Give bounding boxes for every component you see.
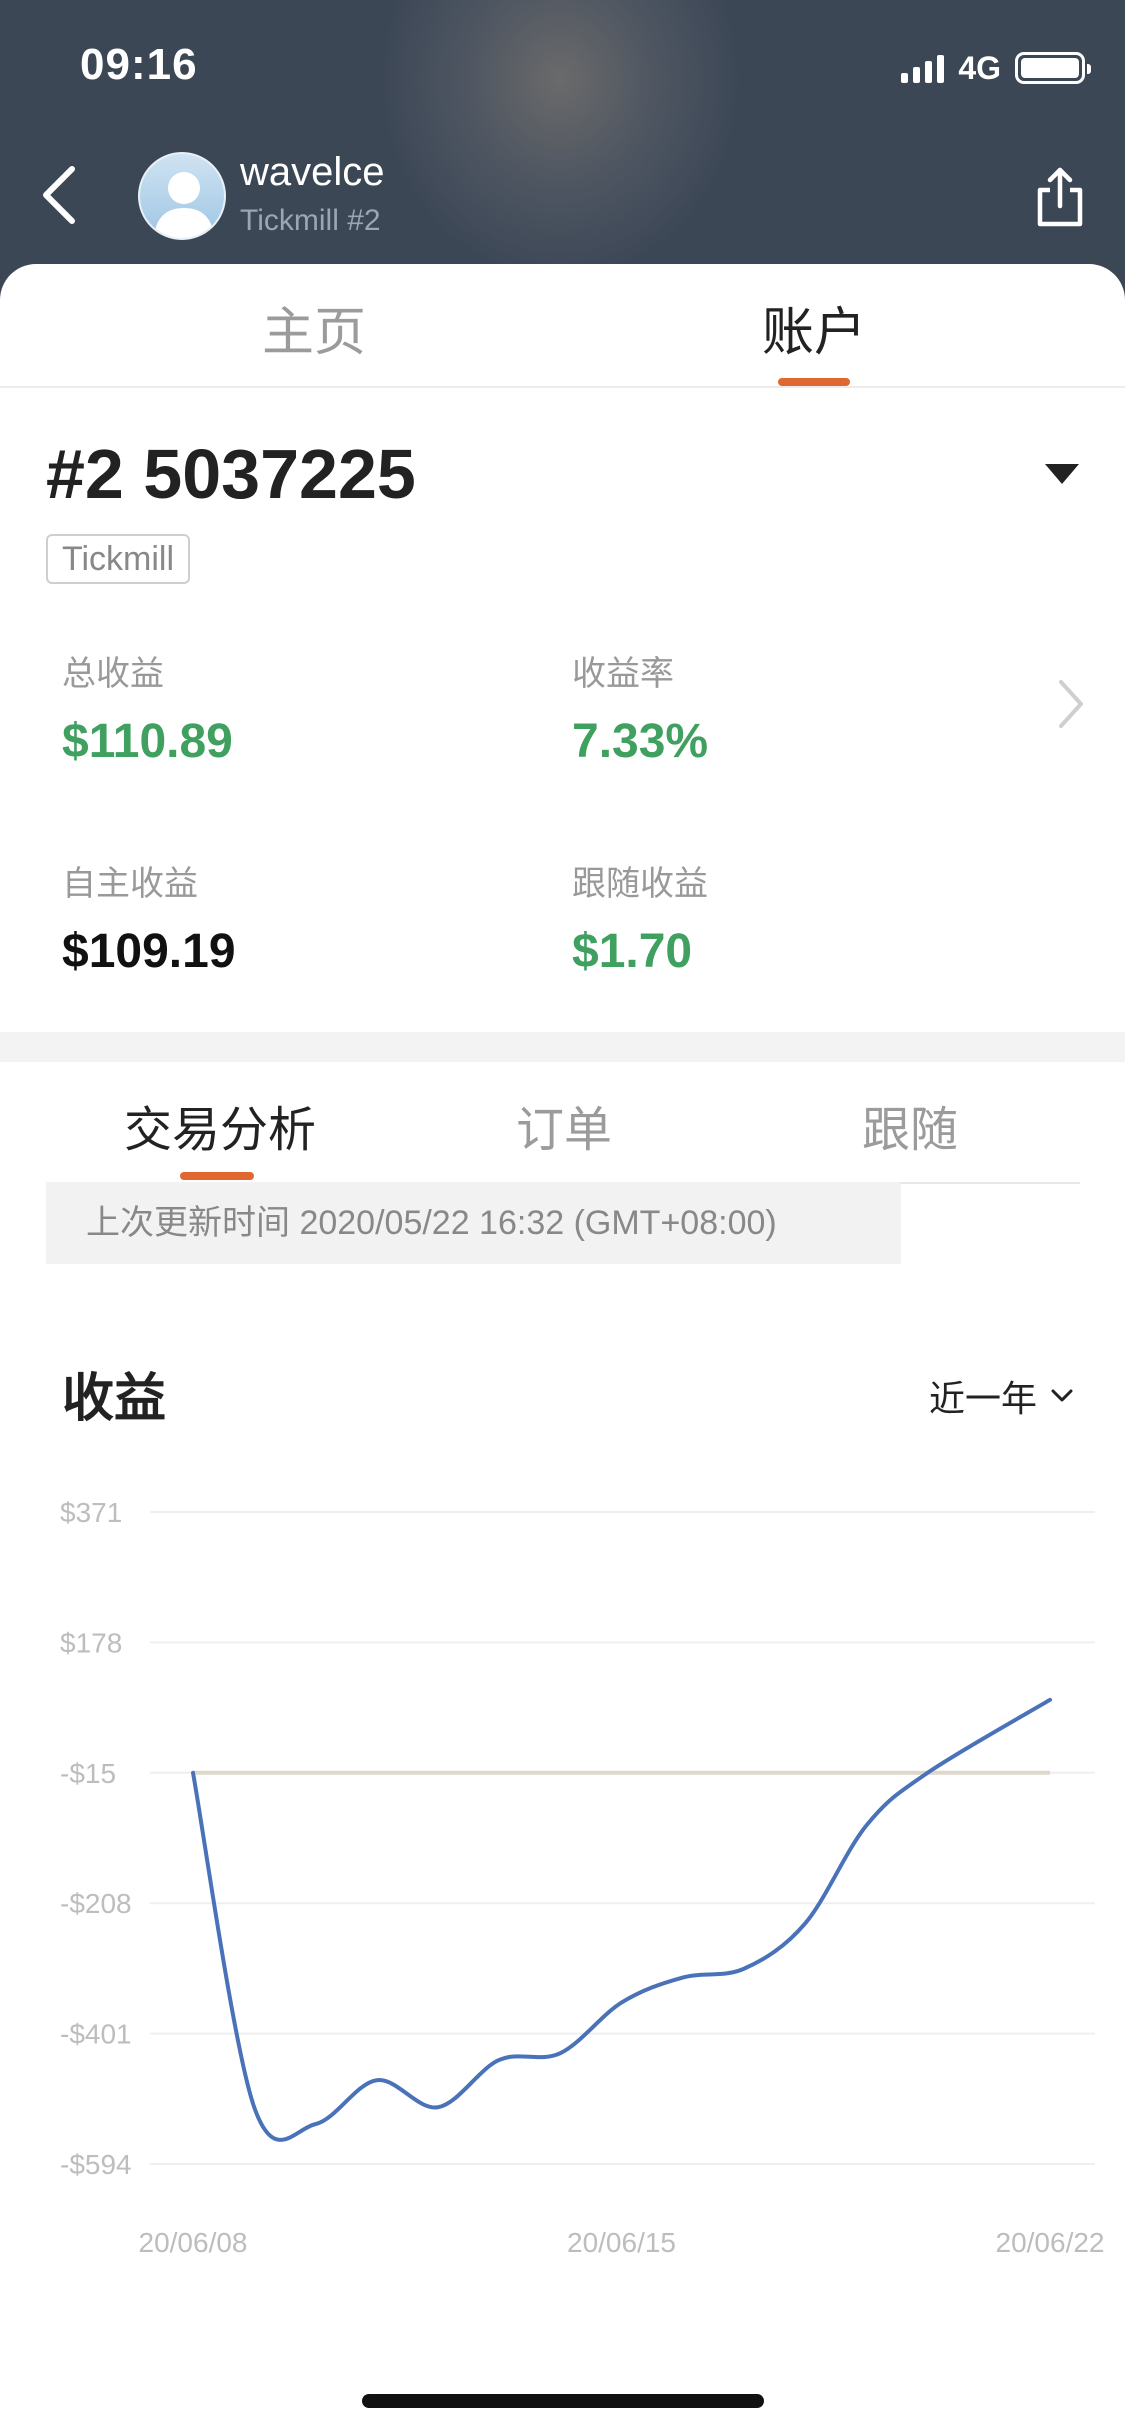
back-button[interactable] [30,155,90,235]
share-icon [1037,167,1083,227]
profile-header: 09:16 4G wavelce Tickmill #2 [0,0,1125,300]
battery-fill [1021,58,1079,78]
follow-profit-label: 跟随收益 [572,864,708,904]
chevron-down-icon [1051,1389,1073,1402]
tab-account-indicator [778,378,850,386]
share-button[interactable] [1025,158,1095,238]
tab-follow[interactable]: 跟随 [862,1090,958,1160]
chevron-right-icon [1059,680,1083,728]
profit-section-title: 收益 [62,1369,167,1429]
network-label: 4G [958,49,1001,86]
x-tick-label: 20/06/22 [996,2227,1105,2258]
tab-account[interactable]: 账户 [762,290,866,365]
tab-orders[interactable]: 订单 [516,1090,612,1160]
caret-down-icon[interactable] [1045,464,1079,484]
signal-icon [901,53,945,83]
return-rate-label: 收益率 [572,654,674,694]
top-tab-bar: 主页 账户 [0,264,1125,388]
stats-detail-button[interactable] [1051,674,1091,734]
last-update-bar: 上次更新时间 2020/05/22 16:32 (GMT+08:00) [46,1182,901,1264]
status-time: 09:16 [80,40,198,89]
profit-series-line [191,1697,1052,2142]
update-bar-divider [900,1182,1080,1184]
x-tick-label: 20/06/08 [139,2227,248,2258]
total-profit-value: $110.89 [62,715,233,768]
y-tick-label: -$15 [60,1758,116,1789]
status-indicators: 4G [901,48,1091,88]
y-tick-label: $371 [60,1497,122,1528]
y-tick-label: -$594 [60,2149,132,2180]
range-select[interactable]: 近一年 [929,1370,1075,1422]
home-indicator [362,2394,764,2408]
self-profit-value: $109.19 [62,925,236,978]
tab-home[interactable]: 主页 [262,290,366,365]
broker-badge: Tickmill [46,534,191,584]
status-bar: 09:16 4G [0,0,1125,140]
self-profit-label: 自主收益 [62,864,198,904]
profit-chart: $371 $178 -$15 -$208 -$401 -$594 20/06/08 20/06… [60,1497,1105,2258]
x-tick-label: 20/06/15 [567,2227,676,2258]
user-silhouette-icon [154,172,214,238]
chevron-left-icon [43,166,75,224]
section-divider [0,1032,1125,1062]
follow-profit-value: $1.70 [572,925,693,978]
return-rate-value: 7.33% [572,715,709,768]
total-profit-label: 总收益 [62,654,164,694]
battery-icon [1015,52,1091,84]
range-select-label: 近一年 [928,1379,1037,1420]
y-tick-label: $178 [60,1627,122,1658]
user-subtitle: Tickmill #2 [240,204,381,237]
account-title: #2 5037225 [46,435,416,513]
user-name: wavelce [240,150,385,194]
tab-trade-analysis-indicator [180,1172,254,1180]
tab-trade-analysis[interactable]: 交易分析 [124,1090,316,1160]
avatar[interactable] [138,152,226,240]
y-tick-label: -$401 [60,2019,132,2050]
y-tick-label: -$208 [60,1888,132,1919]
